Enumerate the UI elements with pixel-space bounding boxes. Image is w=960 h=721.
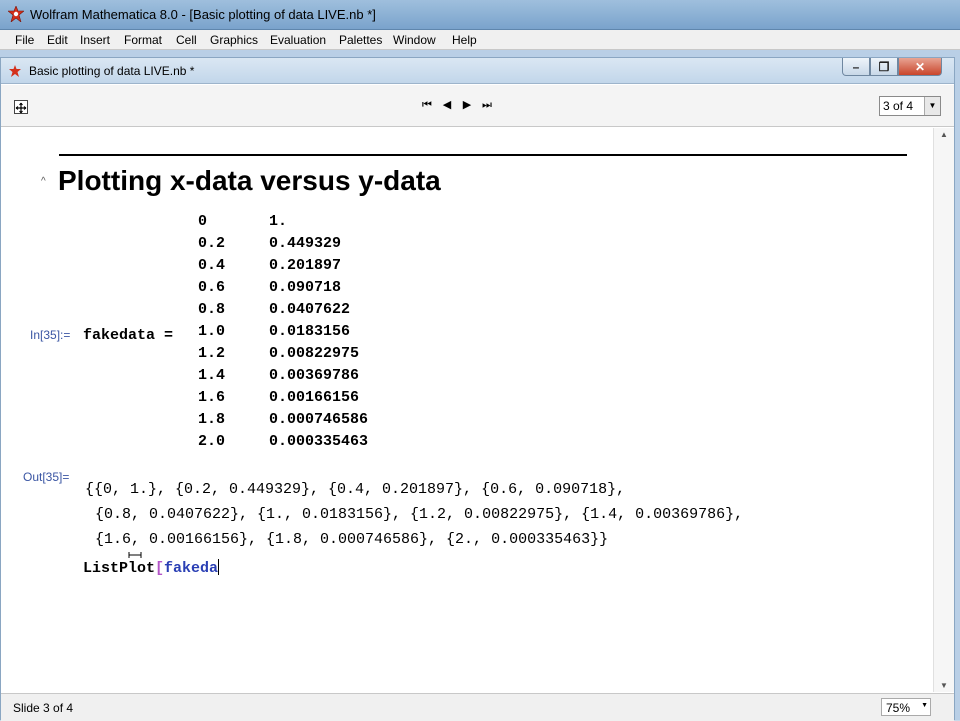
mathematica-icon [8, 6, 24, 22]
matrix-y: 0.000746586 [269, 411, 369, 428]
notebook-icon [9, 65, 21, 77]
menu-bar: File Edit Insert Format Cell Graphics Ev… [0, 30, 960, 50]
matrix-y: 0.0183156 [269, 323, 351, 340]
slide-navigation: ⏮ ◀ ▶ ⏭ [421, 98, 493, 112]
matrix-x: 1.2 [198, 345, 226, 362]
expand-button[interactable] [14, 100, 28, 114]
output-line[interactable]: {{0, 1.}, {0.2, 0.449329}, {0.4, 0.20189… [85, 481, 625, 498]
close-button[interactable]: ✕ [898, 58, 942, 76]
chevron-down-icon[interactable]: ▼ [924, 97, 940, 115]
input-bracket: [ [155, 560, 165, 577]
expand-icon [15, 102, 27, 114]
chevron-down-icon[interactable]: ▼ [921, 702, 928, 709]
vertical-scrollbar[interactable]: ▲ ▼ [933, 128, 954, 692]
input-function: ListPlot [83, 560, 156, 577]
matrix-x: 0.2 [198, 235, 226, 252]
minimize-icon: – [852, 60, 860, 74]
zoom-selector[interactable]: 75% ▼ [881, 698, 931, 716]
last-slide-icon[interactable]: ⏭ [481, 98, 493, 112]
notebook-title: Basic plotting of data LIVE.nb * [29, 64, 195, 78]
notebook-window: Basic plotting of data LIVE.nb * – ❐ ✕ ⏮… [0, 57, 955, 721]
matrix-y: 0.00166156 [269, 389, 360, 406]
assignment-text[interactable]: fakedata = [83, 327, 173, 344]
window-controls: – ❐ ✕ [842, 58, 942, 77]
section-title[interactable]: Plotting x-data versus y-data [58, 165, 441, 197]
prev-slide-icon[interactable]: ◀ [441, 98, 453, 112]
input-argument: fakeda [164, 560, 219, 577]
input-label: In[35]:= [30, 328, 71, 342]
menu-insert[interactable]: Insert [80, 33, 110, 47]
matrix-x: 1.6 [198, 389, 226, 406]
slide-selector-value: 3 of 4 [883, 99, 914, 113]
text-caret [218, 559, 220, 575]
matrix-x: 1.4 [198, 367, 226, 384]
matrix-y: 0.000335463 [269, 433, 369, 450]
minimize-button[interactable]: – [842, 58, 870, 76]
matrix-y: 0.090718 [269, 279, 342, 296]
notebook-content[interactable] [1, 128, 931, 692]
menu-graphics[interactable]: Graphics [210, 33, 258, 47]
zoom-value: 75% [886, 701, 911, 715]
output-label: Out[35]= [23, 470, 70, 484]
matrix-x: 1.8 [198, 411, 226, 428]
restore-icon: ❐ [878, 60, 890, 74]
matrix-y: 0.00369786 [269, 367, 360, 384]
menu-palettes[interactable]: Palettes [339, 33, 382, 47]
menu-edit[interactable]: Edit [47, 33, 68, 47]
matrix-y: 0.449329 [269, 235, 342, 252]
status-bar: Slide 3 of 4 75% ▼ [1, 693, 954, 721]
matrix-x: 1.0 [198, 323, 226, 340]
app-titlebar: Wolfram Mathematica 8.0 - [Basic plottin… [0, 0, 960, 30]
slide-selector[interactable]: 3 of 4 ▼ [879, 96, 941, 116]
menu-help[interactable]: Help [452, 33, 477, 47]
matrix-y: 0.0407622 [269, 301, 351, 318]
next-slide-icon[interactable]: ▶ [461, 98, 473, 112]
cell-group-marker[interactable]: ^ [41, 176, 46, 187]
slide-toolbar: ⏮ ◀ ▶ ⏭ 3 of 4 ▼ [1, 85, 954, 127]
status-text: Slide 3 of 4 [13, 701, 74, 715]
close-icon: ✕ [914, 60, 926, 74]
ibeam-cursor-icon [128, 552, 142, 558]
matrix-x: 2.0 [198, 433, 226, 450]
matrix-y: 0.00822975 [269, 345, 360, 362]
scroll-down-icon[interactable]: ▼ [940, 681, 948, 690]
matrix-x: 0.4 [198, 257, 226, 274]
matrix-x: 0.6 [198, 279, 226, 296]
app-title: Wolfram Mathematica 8.0 - [Basic plottin… [30, 7, 376, 22]
matrix-x: 0 [198, 213, 208, 230]
menu-window[interactable]: Window [393, 33, 436, 47]
menu-format[interactable]: Format [124, 33, 162, 47]
matrix-y: 1. [269, 213, 288, 230]
output-line[interactable]: {0.8, 0.0407622}, {1., 0.0183156}, {1.2,… [95, 506, 743, 523]
input-cell[interactable]: ListPlot[fakeda [83, 559, 220, 577]
menu-file[interactable]: File [15, 33, 34, 47]
scroll-up-icon[interactable]: ▲ [940, 130, 948, 139]
restore-button[interactable]: ❐ [870, 58, 898, 76]
first-slide-icon[interactable]: ⏮ [421, 98, 433, 112]
output-line[interactable]: {1.6, 0.00166156}, {1.8, 0.000746586}, {… [95, 531, 608, 548]
menu-evaluation[interactable]: Evaluation [270, 33, 326, 47]
matrix-x: 0.8 [198, 301, 226, 318]
matrix-y: 0.201897 [269, 257, 342, 274]
section-divider [59, 154, 907, 156]
menu-cell[interactable]: Cell [176, 33, 197, 47]
notebook-titlebar: Basic plotting of data LIVE.nb * – ❐ ✕ [1, 58, 954, 84]
